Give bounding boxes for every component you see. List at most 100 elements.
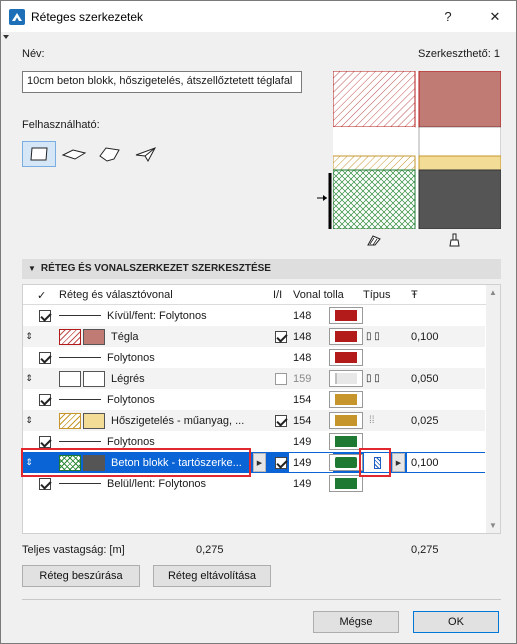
row-name: Kívül/fent: Folytonos — [107, 309, 207, 322]
row-pen[interactable]: 159 — [293, 373, 311, 385]
row-name: Belül/lent: Folytonos — [107, 477, 207, 490]
table-row[interactable]: Folytonos 154 — [23, 389, 485, 410]
surface-swatch[interactable] — [83, 328, 105, 345]
scroll-down-icon[interactable]: ▼ — [489, 521, 497, 530]
name-label: Név: — [22, 48, 45, 60]
highlight-frame-type — [359, 448, 391, 477]
row-pen[interactable]: 149 — [293, 457, 311, 469]
cut-fill-swatch[interactable] — [59, 370, 81, 387]
scroll-up-icon[interactable]: ▲ — [489, 288, 497, 297]
row-pen[interactable]: 154 — [293, 415, 311, 427]
row-name: Folytonos — [107, 435, 155, 448]
divider — [22, 599, 501, 600]
roof-icon — [99, 147, 120, 162]
usable-wall-button[interactable] — [22, 141, 56, 167]
usable-roof-button[interactable] — [93, 141, 127, 167]
window-title: Réteges szerkezetek — [31, 10, 144, 24]
help-button[interactable]: ? — [438, 7, 458, 27]
row-thickness[interactable]: 0,050 — [411, 373, 439, 385]
cut-fill-swatch[interactable] — [59, 412, 81, 429]
table-row[interactable]: ⇕ Hőszigetelés - műanyag, ... 154 ⁞⁞ 0,0… — [23, 410, 485, 431]
row-pen[interactable]: 149 — [293, 478, 311, 490]
drag-handle-icon[interactable]: ⇕ — [23, 410, 35, 431]
row-name: Légrés — [111, 372, 145, 385]
core-checkbox[interactable] — [275, 330, 287, 343]
insert-layer-button[interactable]: Réteg beszúrása — [22, 565, 140, 587]
table-row[interactable]: Folytonos 148 — [23, 347, 485, 368]
pen-color-box[interactable] — [329, 349, 363, 366]
line-sample — [59, 441, 101, 442]
header-name: Réteg és választóvonal — [59, 289, 173, 301]
row-checkbox[interactable] — [39, 309, 51, 322]
total-thickness-label: Teljes vastagság: [m] — [22, 544, 125, 556]
pen-color-box[interactable] — [329, 328, 363, 345]
layer-table: ✓ Réteg és választóvonal I/I Vonal tolla… — [21, 284, 501, 534]
line-sample — [59, 357, 101, 358]
row-thickness[interactable]: 0,100 — [411, 331, 439, 343]
drag-handle-icon[interactable]: ⇕ — [23, 368, 35, 389]
name-input[interactable]: 10cm beton blokk, hőszigetelés, átszellő… — [22, 71, 302, 93]
header-type: Típus — [363, 289, 391, 301]
wall-icon — [30, 147, 48, 161]
cut-fill-icon[interactable] — [367, 233, 381, 247]
row-thickness[interactable]: 0,100 — [411, 457, 439, 469]
row-checkbox[interactable] — [39, 435, 51, 448]
pen-color-box[interactable] — [329, 370, 363, 387]
section-header[interactable]: ▼ RÉTEG ÉS VONALSZERKEZET SZERKESZTÉSE — [22, 259, 501, 279]
ok-button[interactable]: OK — [413, 611, 499, 633]
row-pen[interactable]: 154 — [293, 394, 311, 406]
table-scrollbar[interactable]: ▲ ▼ — [486, 285, 500, 533]
skin-type-icon[interactable]: ⁞⁞ — [369, 410, 375, 431]
name-popup-arrow-icon[interactable]: ▶ — [253, 453, 266, 472]
cut-fill-swatch[interactable] — [59, 328, 81, 345]
close-button[interactable]: ✕ — [485, 7, 505, 27]
highlight-frame-name — [21, 448, 251, 477]
composite-preview — [332, 70, 502, 230]
usable-shell-button[interactable] — [129, 141, 163, 167]
pen-color-box[interactable] — [329, 454, 363, 471]
outside-marker-icon — [317, 173, 332, 229]
surface-swatch[interactable] — [83, 412, 105, 429]
row-name: Hőszigetelés - műanyag, ... — [111, 414, 245, 427]
row-pen[interactable]: 148 — [293, 310, 311, 322]
core-checkbox[interactable] — [275, 372, 287, 385]
skin-type-icon[interactable]: ▯ ▯ — [366, 326, 380, 347]
usable-slab-button[interactable] — [57, 141, 91, 167]
row-pen[interactable]: 148 — [293, 352, 311, 364]
core-checkbox[interactable] — [275, 414, 287, 427]
section-title: RÉTEG ÉS VONALSZERKEZET SZERKESZTÉSE — [40, 263, 271, 274]
header-check: ✓ — [37, 290, 47, 302]
table-header: ✓ Réteg és választóvonal I/I Vonal tolla… — [23, 285, 500, 305]
header-thickness: Ŧ — [411, 289, 418, 301]
type-popup-arrow-icon[interactable]: ▶ — [392, 453, 405, 472]
row-checkbox[interactable] — [39, 393, 51, 406]
table-row[interactable]: Kívül/fent: Folytonos 148 — [23, 305, 485, 326]
dialog-window: Réteges szerkezetek ? ✕ Név: Szerkeszthe… — [0, 0, 517, 644]
row-pen[interactable]: 148 — [293, 331, 311, 343]
row-pen[interactable]: 149 — [293, 436, 311, 448]
row-name: Folytonos — [107, 393, 155, 406]
shell-icon — [135, 147, 157, 163]
pen-color-box[interactable] — [329, 412, 363, 429]
row-name: Folytonos — [107, 351, 155, 364]
table-row[interactable]: ⇕ Légrés 159 ▯ ▯ 0,050 — [23, 368, 485, 389]
surface-brush-icon[interactable] — [448, 233, 462, 247]
row-checkbox[interactable] — [39, 477, 51, 490]
pen-color-box[interactable] — [329, 307, 363, 324]
row-name: Tégla — [111, 330, 139, 343]
row-checkbox[interactable] — [39, 351, 51, 364]
remove-layer-button[interactable]: Réteg eltávolítása — [153, 565, 271, 587]
header-core: I/I — [273, 289, 283, 301]
line-sample — [59, 399, 101, 400]
table-row[interactable]: ⇕ Tégla 148 ▯ ▯ 0,100 — [23, 326, 485, 347]
drag-handle-icon[interactable]: ⇕ — [23, 326, 35, 347]
surface-swatch[interactable] — [83, 370, 105, 387]
row-thickness[interactable]: 0,025 — [411, 415, 439, 427]
skin-type-icon[interactable]: ▯ ▯ — [366, 368, 380, 389]
pen-color-box[interactable] — [329, 433, 363, 450]
core-checkbox[interactable] — [275, 456, 287, 469]
pen-color-box[interactable] — [329, 391, 363, 408]
cancel-button[interactable]: Mégse — [313, 611, 399, 633]
pen-color-box[interactable] — [329, 475, 363, 492]
line-sample — [59, 315, 101, 316]
